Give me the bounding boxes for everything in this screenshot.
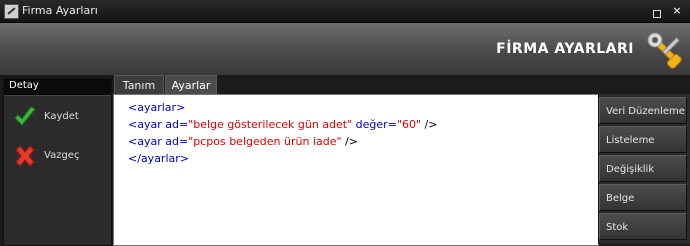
code-bracket: <	[128, 101, 138, 114]
cancel-button-label: Vazgeç	[44, 150, 80, 161]
app-icon	[4, 4, 19, 19]
code-value: "pcpos belgeden ürün iade"	[188, 135, 342, 148]
restore-icon[interactable]	[650, 4, 664, 18]
detail-panel-title: Detay	[4, 79, 111, 96]
code-bracket: >	[176, 101, 186, 114]
code-bracket: </	[128, 152, 141, 165]
xml-editor[interactable]: <ayarlar> <ayar ad="belge gösterilecek g…	[113, 94, 599, 246]
code-tag: ayar	[137, 118, 162, 131]
listeleme-button[interactable]: Listeleme	[599, 126, 687, 153]
window-title: Firma Ayarları	[22, 4, 98, 17]
code-bracket: />	[421, 118, 438, 131]
code-attr: değer=	[352, 118, 397, 131]
checkmark-icon	[14, 106, 36, 126]
right-nav-panel: Veri Düzenleme Listeleme Değişiklik Kont…	[598, 94, 690, 244]
code-bracket: <	[128, 118, 138, 131]
belge-button[interactable]: Belge	[599, 184, 687, 211]
code-tag: ayarlar	[140, 152, 180, 165]
code-bracket: />	[341, 135, 358, 148]
degisiklik-kontrol-button[interactable]: Değişiklik Kontrol	[599, 155, 687, 202]
code-bracket: <	[128, 135, 138, 148]
page-title: FİRMA AYARLARI	[496, 41, 634, 57]
save-button[interactable]: Kaydet	[12, 104, 107, 130]
tab-tanim[interactable]: Tanım	[114, 75, 164, 95]
code-attr: ad=	[161, 135, 189, 148]
code-line: <ayarlar>	[128, 101, 185, 114]
cross-icon	[15, 145, 35, 167]
cancel-button[interactable]: Vazgeç	[12, 143, 107, 169]
code-tag: ayarlar	[137, 101, 177, 114]
code-line: <ayar ad="belge gösterilecek gün adet" d…	[128, 118, 437, 131]
tools-icon	[647, 32, 682, 69]
header-banner: FİRMA AYARLARI	[0, 23, 690, 75]
title-bar: Firma Ayarları ×	[0, 0, 690, 23]
save-button-label: Kaydet	[44, 111, 79, 122]
close-icon[interactable]: ×	[670, 4, 684, 18]
tab-ayarlar[interactable]: Ayarlar	[165, 75, 217, 95]
code-line: <ayar ad="pcpos belgeden ürün iade" />	[128, 135, 358, 148]
veri-duzenleme-button[interactable]: Veri Düzenleme	[599, 97, 687, 124]
detail-panel: Detay Kaydet Vazgeç	[3, 78, 112, 246]
code-attr: ad=	[161, 118, 189, 131]
stok-button[interactable]: Stok	[599, 213, 687, 240]
code-line: </ayarlar>	[128, 152, 189, 165]
code-value: "belge gösterilecek gün adet"	[188, 118, 353, 131]
code-tag: ayar	[137, 135, 162, 148]
code-value: "60"	[396, 118, 422, 131]
code-bracket: >	[179, 152, 189, 165]
